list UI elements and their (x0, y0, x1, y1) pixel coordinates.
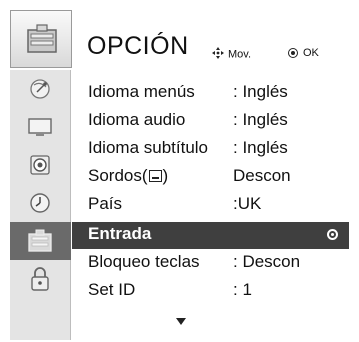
option-menu-icon (27, 229, 53, 253)
menu-item-label: Idioma menús (88, 82, 195, 101)
menu-item-idioma-subtitulo[interactable]: Idioma subtítulo : Inglés (72, 136, 349, 163)
ok-hint: OK (288, 47, 319, 59)
menu-item-label: Set ID (88, 280, 136, 299)
menu-item-idioma-menus[interactable]: Idioma menús : Inglés (72, 80, 349, 107)
menu-item-label-prefix: Sordos( (88, 166, 148, 185)
lock-icon (27, 267, 53, 291)
sidebar-item-audio[interactable] (10, 146, 71, 184)
menu-item-label: Sordos() (88, 166, 168, 186)
sidebar-item-lock[interactable] (10, 260, 71, 298)
clock-icon (27, 191, 53, 215)
menu-item-value: :UK (233, 194, 262, 213)
sidebar-item-time[interactable] (10, 184, 71, 222)
menu-item-label: Bloqueo teclas (88, 252, 200, 271)
page-title: OPCIÓN (87, 32, 189, 60)
closed-caption-icon (148, 169, 162, 182)
menu-item-value: : Inglés (233, 138, 288, 157)
four-way-arrow-icon (212, 47, 224, 62)
menu-item-set-id[interactable]: Set ID : 1 (72, 278, 349, 305)
menu-item-pais[interactable]: País :UK (72, 192, 349, 219)
menu-item-bloqueo-teclas[interactable]: Bloqueo teclas : Descon (72, 250, 349, 277)
menu-item-label-suffix: ) (162, 166, 169, 185)
option-menu-list: Idioma menús : Inglés Idioma audio : Ing… (72, 76, 349, 340)
menu-item-value: : Descon (233, 252, 301, 271)
monitor-icon (27, 115, 53, 139)
scroll-down-arrow-icon[interactable] (176, 318, 186, 325)
category-sidebar (10, 70, 71, 340)
menu-item-label: Entrada (88, 224, 152, 243)
move-hint: Mov. (212, 47, 251, 62)
sidebar-item-picture[interactable] (10, 108, 71, 146)
menu-item-entrada[interactable]: Entrada (72, 222, 349, 249)
menu-item-label: País (88, 194, 123, 213)
sidebar-item-setup[interactable] (10, 70, 71, 108)
menu-header: OPCIÓN Mov. OK (72, 32, 349, 66)
speaker-icon (27, 153, 53, 177)
menu-item-value: : Inglés (233, 110, 288, 129)
menu-item-value: : 1 (233, 280, 252, 299)
menu-item-sordos[interactable]: Sordos() Descon (72, 164, 349, 191)
menu-item-value: Descon (233, 166, 291, 185)
satellite-dish-icon (27, 77, 53, 101)
menu-item-label: Idioma audio (88, 110, 186, 129)
menu-item-label: Idioma subtítulo (88, 138, 209, 157)
ok-circle-icon (327, 229, 338, 240)
sidebar-item-option[interactable] (10, 222, 71, 260)
option-menu-screen: OPCIÓN Mov. OK Idioma menús: Inglés Idi… (0, 0, 359, 342)
menu-item-idioma-audio[interactable]: Idioma audio : Inglés (72, 108, 349, 135)
ok-hint-label: OK (303, 47, 319, 59)
ok-circle-icon (288, 48, 298, 59)
option-menu-tile (10, 10, 72, 68)
move-hint-label: Mov. (228, 48, 252, 61)
option-menu-icon (27, 24, 57, 53)
menu-item-value: : Inglés (233, 82, 288, 101)
